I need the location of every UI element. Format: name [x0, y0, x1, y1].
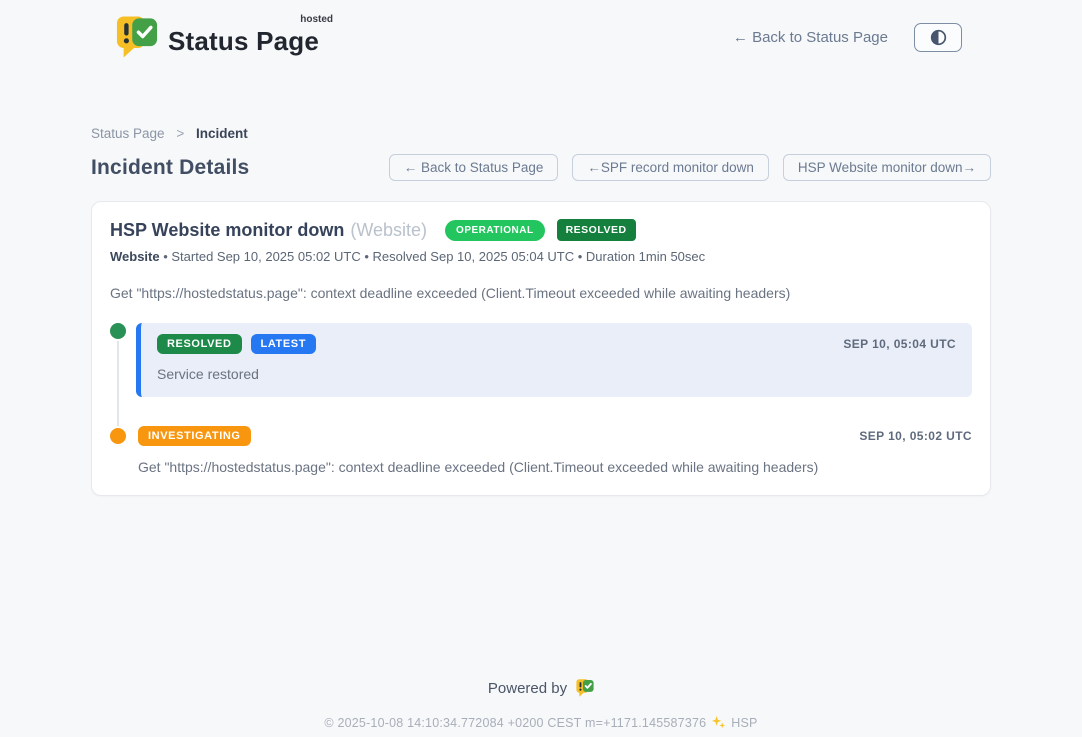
breadcrumb-separator: >: [176, 126, 184, 141]
incident-description: Get "https://hostedstatus.page": context…: [110, 285, 972, 301]
timeline-entry-card: RESOLVED LATEST SEP 10, 05:04 UTC Servic…: [136, 323, 972, 397]
investigating-badge: INVESTIGATING: [138, 426, 251, 446]
circle-half-icon: [930, 29, 947, 46]
timeline-entry-message: Service restored: [157, 366, 956, 382]
timeline-entry-head: RESOLVED LATEST SEP 10, 05:04 UTC: [157, 334, 956, 354]
prev-incident-button[interactable]: ←SPF record monitor down: [572, 154, 769, 181]
breadcrumb-status-page[interactable]: Status Page: [91, 126, 165, 141]
brand-name: Status Page: [168, 26, 319, 56]
brand-superscript: hosted: [300, 14, 333, 25]
timeline-dot-orange: [110, 428, 126, 444]
next-incident-button[interactable]: HSP Website monitor down→: [783, 154, 991, 181]
timeline-dot-green: [110, 323, 126, 339]
page-title: Incident Details: [91, 156, 249, 180]
operational-status-badge: OPERATIONAL: [445, 220, 545, 241]
incident-meta-component: Website: [110, 249, 160, 264]
timeline-entry-investigating: INVESTIGATING SEP 10, 05:02 UTC Get "htt…: [110, 426, 972, 475]
incident-title-row: HSP Website monitor down (Website) OPERA…: [110, 219, 972, 241]
copyright-suffix: HSP: [731, 716, 757, 730]
timeline-entry-head: INVESTIGATING SEP 10, 05:02 UTC: [138, 426, 972, 446]
copyright-text: © 2025-10-08 14:10:34.772084 +0200 CEST …: [324, 716, 706, 730]
header-back-link[interactable]: ← Back to Status Page: [733, 29, 888, 46]
timeline-entry-timestamp: SEP 10, 05:02 UTC: [859, 429, 972, 443]
timeline-entry-badges: INVESTIGATING: [138, 426, 251, 446]
header: hosted Status Page ← Back to Status Page: [0, 0, 1082, 68]
latest-badge: LATEST: [251, 334, 317, 354]
powered-by-label: Powered by: [488, 680, 567, 697]
timeline-entry-message: Get "https://hostedstatus.page": context…: [138, 459, 972, 475]
brand[interactable]: hosted Status Page: [116, 14, 319, 60]
title-row: Incident Details ← Back to Status Page ←…: [91, 154, 991, 181]
theme-toggle-button[interactable]: [914, 23, 962, 52]
sparkles-icon: [711, 715, 726, 730]
breadcrumb-incident: Incident: [196, 126, 248, 141]
incident-card: HSP Website monitor down (Website) OPERA…: [91, 201, 991, 496]
incident-title: HSP Website monitor down: [110, 220, 344, 241]
back-to-status-page-button[interactable]: ← Back to Status Page: [389, 154, 559, 181]
powered-by[interactable]: Powered by: [488, 678, 594, 698]
timeline-entry-resolved: RESOLVED LATEST SEP 10, 05:04 UTC Servic…: [110, 323, 972, 397]
incident-component: (Website): [350, 220, 427, 241]
brand-logo-icon: [116, 14, 158, 60]
timeline-entry-badges: RESOLVED LATEST: [157, 334, 316, 354]
incident-meta-details: • Started Sep 10, 2025 05:02 UTC • Resol…: [160, 249, 706, 264]
main-content: Status Page > Incident Incident Details …: [91, 126, 991, 496]
brand-text: hosted Status Page: [168, 18, 319, 57]
copyright-line: © 2025-10-08 14:10:34.772084 +0200 CEST …: [0, 715, 1082, 730]
incident-meta: Website • Started Sep 10, 2025 05:02 UTC…: [110, 249, 972, 264]
timeline-entry-timestamp: SEP 10, 05:04 UTC: [843, 337, 956, 351]
header-right: ← Back to Status Page: [733, 23, 962, 52]
timeline-entry-card: INVESTIGATING SEP 10, 05:02 UTC Get "htt…: [136, 426, 972, 475]
incident-timeline: RESOLVED LATEST SEP 10, 05:04 UTC Servic…: [110, 323, 972, 475]
resolved-badge: RESOLVED: [157, 334, 242, 354]
footer: Powered by © 2025-10-08 14:10:34.772084 …: [0, 678, 1082, 730]
resolved-status-badge: RESOLVED: [557, 219, 636, 241]
brand-logo-small-icon: [576, 678, 594, 698]
breadcrumb: Status Page > Incident: [91, 126, 991, 141]
incident-nav-buttons: ← Back to Status Page ←SPF record monito…: [389, 154, 991, 181]
